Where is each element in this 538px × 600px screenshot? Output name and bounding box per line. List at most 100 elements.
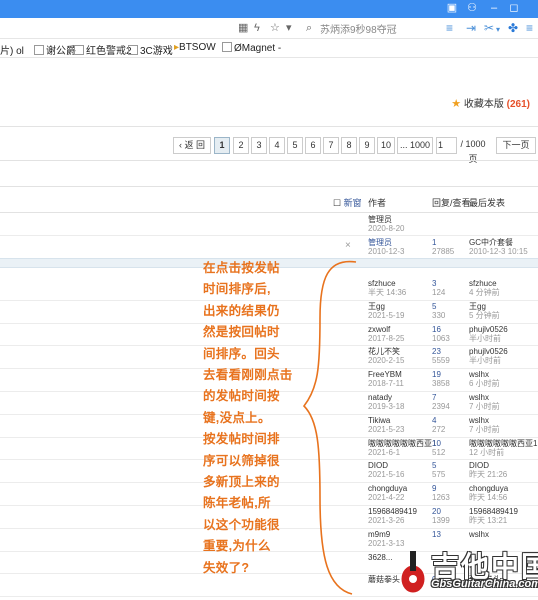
row-views: 2394 <box>432 402 450 411</box>
row-last-time[interactable]: 半小时前 <box>469 334 501 344</box>
back-button[interactable]: ‹ 返 回 <box>173 137 211 154</box>
row-views: 1063 <box>432 333 450 343</box>
page-total: / 1000 页 <box>460 139 486 164</box>
annotation-brace <box>302 260 357 595</box>
row-last-time[interactable]: 12 小时前 <box>469 448 504 458</box>
row-views: 272 <box>432 424 446 434</box>
bookmark-item[interactable]: 3C游戏 <box>128 42 173 57</box>
bookmark-item[interactable]: 谢公爵 <box>34 42 76 57</box>
row-last-time[interactable]: 7 小时前 <box>469 425 500 435</box>
page-5[interactable]: 5 <box>287 137 303 154</box>
row-date: 2021-3-26 <box>368 516 405 525</box>
last-post-header[interactable]: 最后发表 <box>469 196 505 209</box>
row-last-time[interactable]: 5 分钟前 <box>469 311 500 321</box>
page-input[interactable]: 1 <box>436 137 457 154</box>
page-4[interactable]: 4 <box>269 137 285 154</box>
row-views: 1263 <box>432 493 450 503</box>
author-header[interactable]: 作者 <box>368 196 386 209</box>
page-3[interactable]: 3 <box>251 137 267 154</box>
row-date: 2021-4-22 <box>368 493 405 503</box>
row-views: 512 <box>432 447 446 457</box>
row-views: 124 <box>432 288 446 297</box>
row-last-time[interactable]: 4 分钟前 <box>469 288 500 298</box>
bookmark-item[interactable]: 红色警戒2 <box>74 42 132 57</box>
bookmark-item[interactable]: 片) ol <box>0 42 24 57</box>
page-last[interactable]: ... 1000 <box>397 137 433 154</box>
forum-header-bar: ★ 收藏本版 (261) <box>0 88 538 127</box>
restore-icon[interactable]: ◻ <box>508 2 520 14</box>
page-2[interactable]: 2 <box>233 137 249 154</box>
collections-icon[interactable]: ≡ <box>446 21 453 35</box>
row-last-time[interactable]: 昨天 21:26 <box>469 470 507 480</box>
bookmarks-bar: 片) ol 谢公爵 红色警戒2 3C游戏 ▸BTSOW ØMagnet - <box>0 39 538 58</box>
bookmark-item[interactable]: ▸BTSOW <box>174 42 216 53</box>
row-last-time[interactable]: 2010-12-3 10:15 <box>469 247 528 257</box>
row-last-time[interactable]: 昨天 13:21 <box>469 516 507 526</box>
browser-title-bar: ▣ ⚇ – ◻ <box>0 0 538 18</box>
search-text: 苏炳添9秒98夺冠 <box>320 25 397 36</box>
puzzle-icon[interactable]: ✤ <box>508 21 518 35</box>
favorite-board[interactable]: ★ 收藏本版 (261) <box>451 95 530 110</box>
scissors-icon[interactable]: ✂ <box>484 21 494 35</box>
row-date: 2021-5-16 <box>368 470 405 480</box>
login-icon[interactable]: ⇥ <box>466 21 476 35</box>
page-1[interactable]: 1 <box>214 137 230 154</box>
page-icon <box>74 45 84 55</box>
row-date: 半天 14:36 <box>368 288 407 297</box>
bookmark-item[interactable]: ØMagnet - <box>222 42 281 54</box>
search-box[interactable]: ⌕ 苏炳添9秒98夺冠 <box>304 20 434 36</box>
watermark: 吉他中国 GbsGuitarChina.com <box>395 545 538 600</box>
star-icon: ★ <box>451 98 462 110</box>
page-icon <box>128 45 138 55</box>
row-last-poster[interactable]: wslhx <box>469 530 489 540</box>
page-icon <box>222 42 232 52</box>
row-date: 2021-5-23 <box>368 424 405 434</box>
lightning-icon[interactable]: ϟ <box>254 21 260 35</box>
page-6[interactable]: 6 <box>305 137 321 154</box>
next-page-button[interactable]: 下一页 <box>496 137 536 154</box>
table-row[interactable]: × 管理员 2010-12-3 1 27885 GC中介套餐 2010-12-3… <box>0 236 538 259</box>
address-toolbar: ▦ ϟ ☆ ▾ ⌕ 苏炳添9秒98夺冠 ≡ ⇥ ✂ ▾ ✤ ≡ <box>0 18 538 39</box>
annotation-text: 在点击按发帖 时间排序后, 出来的结果仍 然是按回帖时 间排序。回头 去看看刚刚… <box>203 261 293 575</box>
page-8[interactable]: 8 <box>341 137 357 154</box>
row-views: 575 <box>432 470 446 480</box>
row-replies[interactable]: 13 <box>432 530 441 540</box>
row-views: 5559 <box>432 356 450 366</box>
row-date: 2018-7-11 <box>368 379 404 389</box>
window-icon[interactable]: ▣ <box>446 2 458 14</box>
row-views: 3858 <box>432 379 450 389</box>
table-row[interactable]: 管理员 2020-8-20 <box>0 213 538 236</box>
dropdown-icon[interactable]: ▾ <box>286 21 292 35</box>
row-last-time[interactable]: 半小时前 <box>469 356 501 366</box>
watermark-en: GbsGuitarChina.com <box>431 578 538 590</box>
more-icon[interactable]: ≡ <box>526 21 533 35</box>
page-7[interactable]: 7 <box>323 137 339 154</box>
guitar-logo-icon <box>400 551 426 594</box>
page-10[interactable]: 10 <box>377 137 395 154</box>
row-date: 2017-8-25 <box>368 333 405 343</box>
replies-header[interactable]: 回复/查看 <box>432 196 471 209</box>
page-9[interactable]: 9 <box>359 137 375 154</box>
minimize-icon[interactable]: – <box>488 2 500 14</box>
row-date: 2020-2-15 <box>368 356 405 366</box>
scissors-dropdown-icon[interactable]: ▾ <box>496 23 500 37</box>
row-views: 27885 <box>432 247 455 256</box>
row-last-time[interactable]: 昨天 14:56 <box>469 493 507 503</box>
star-icon[interactable]: ☆ <box>270 21 280 35</box>
row-author[interactable]: 3628... <box>368 553 392 563</box>
row-date: 2019-3-18 <box>368 402 405 411</box>
divider <box>0 160 538 161</box>
row-date: 2021-6-1 <box>368 447 401 457</box>
row-last-time[interactable]: 6 小时前 <box>469 379 500 389</box>
new-window-toggle[interactable]: ☐ 新窗 <box>333 196 362 209</box>
row-views: 330 <box>432 310 446 320</box>
grid-icon[interactable]: ▦ <box>238 21 248 35</box>
row-last-time[interactable]: 7 小时前 <box>469 402 500 412</box>
row-views: 1399 <box>432 516 450 525</box>
close-icon[interactable]: × <box>345 241 351 251</box>
page-icon <box>34 45 44 55</box>
row-date: 2021-5-19 <box>368 310 405 320</box>
row-date: 2010-12-3 <box>368 247 405 256</box>
account-icon[interactable]: ⚇ <box>466 2 478 14</box>
search-icon: ⌕ <box>306 22 313 34</box>
